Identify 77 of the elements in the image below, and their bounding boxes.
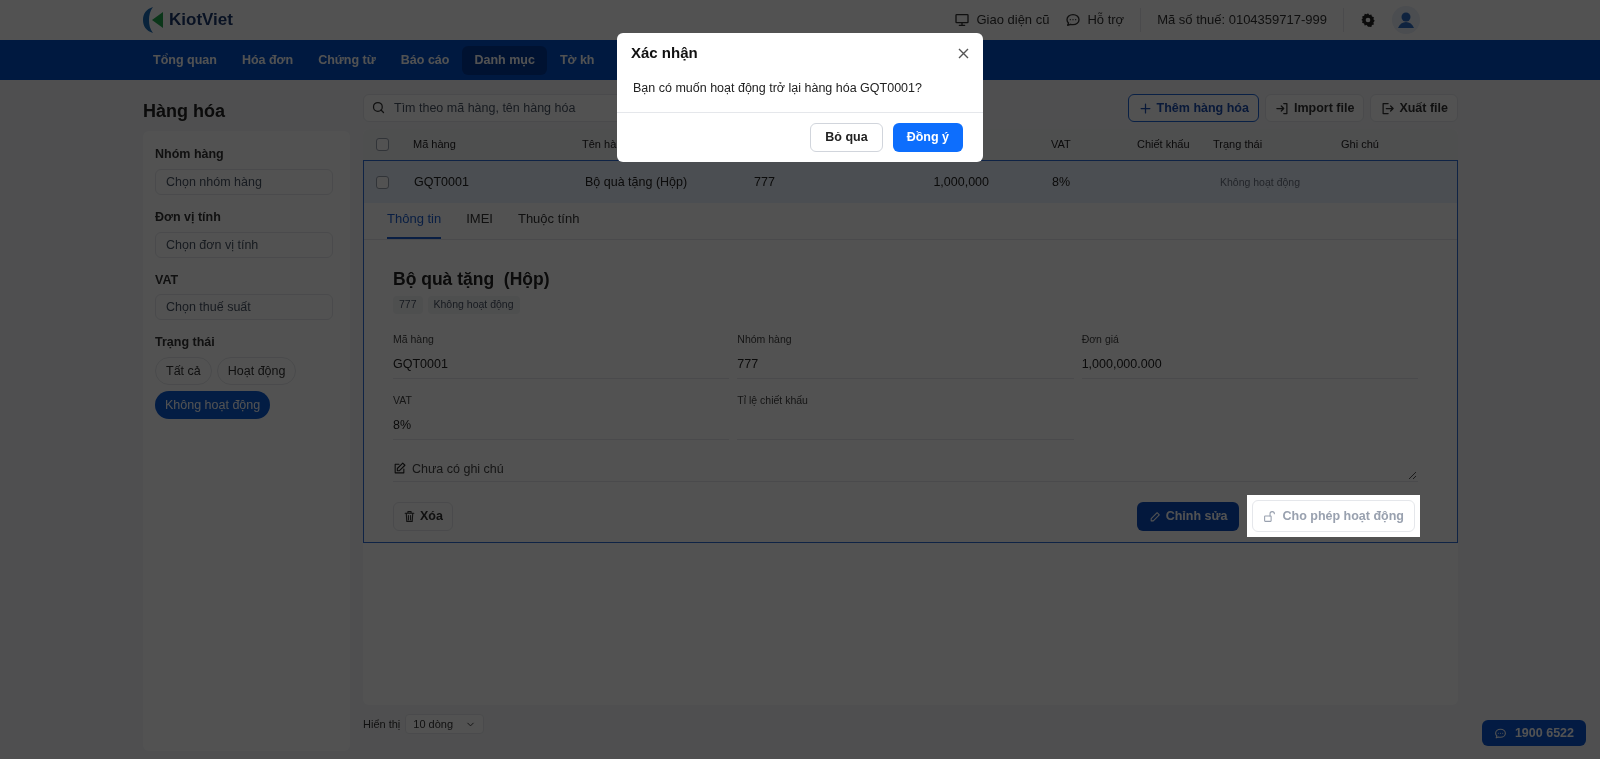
column-header: Trạng thái	[1213, 138, 1263, 151]
cancel-button[interactable]: Bỏ qua	[810, 122, 883, 152]
detail-tab[interactable]: IMEI	[466, 208, 493, 239]
search-icon	[371, 100, 386, 115]
export-button[interactable]: Xuất file	[1370, 94, 1458, 122]
table-cell: 1,000,000	[933, 174, 989, 189]
field-label: Tỉ lệ chiết khấu	[737, 393, 809, 409]
nav-tab[interactable]: Báo cáo	[388, 45, 462, 75]
filter-field[interactable]: Chọn nhóm hàng	[155, 168, 333, 195]
brand-name: KiotViet	[169, 9, 233, 32]
detail-tab[interactable]: Thuộc tính	[517, 208, 580, 239]
note-field[interactable]: Chưa có ghi chú	[412, 460, 1418, 481]
plus-icon	[1137, 100, 1153, 116]
field-label: Đơn giá	[1081, 332, 1120, 348]
filter-label: VAT	[155, 271, 180, 289]
nav-tab[interactable]: Tờ kh	[547, 45, 607, 75]
table-cell: Bộ quà tặng (Hộp)	[585, 174, 688, 189]
page-title: Hàng hóa	[143, 99, 226, 123]
field-label: VAT	[393, 393, 413, 409]
delete-button[interactable]: Xóa	[393, 501, 453, 531]
tax-id: Mã số thuế: 0104359717-999	[1157, 11, 1327, 30]
field-label: Nhóm hàng	[737, 332, 793, 348]
export-icon	[1380, 100, 1396, 116]
edit-icon	[393, 462, 406, 476]
nav-tab[interactable]: Chứng từ	[306, 45, 388, 75]
filter-field[interactable]: Chọn thuế suất	[155, 294, 333, 321]
field-label: Mã hàng	[393, 332, 435, 348]
filter-label: Trạng thái	[155, 334, 216, 352]
detail-tab[interactable]: Thông tin	[387, 208, 442, 239]
trash-icon	[403, 509, 416, 523]
status-chip[interactable]: Tất cả	[155, 357, 212, 385]
page-size-select[interactable]: 10 dòng	[405, 714, 485, 734]
field-value: GQT0001	[393, 355, 730, 380]
close-icon[interactable]	[958, 47, 969, 59]
column-header: Mã hàng	[413, 138, 456, 151]
column-header: Tên hà	[582, 138, 617, 151]
nav-tab[interactable]: Tổng quan	[141, 45, 229, 75]
column-header: Chiết khấu	[1137, 138, 1190, 151]
settings-icon	[1360, 12, 1376, 28]
old-interface-link[interactable]: Giao diện cũ	[954, 10, 1050, 30]
dialog-message: Bạn có muốn hoạt động trở lại hàng hóa GQT0001?	[617, 71, 983, 113]
unlock-icon	[1263, 509, 1277, 523]
table-cell: 8%	[1052, 174, 1071, 189]
filter-label: Đơn vị tính	[155, 208, 222, 226]
pencil-icon	[1148, 509, 1162, 523]
import-button[interactable]: Import file	[1264, 94, 1365, 122]
table-cell: 777	[754, 174, 775, 189]
import-icon	[1274, 100, 1290, 116]
field-value: 777	[737, 355, 1074, 380]
status-chip[interactable]: Hoạt động	[216, 357, 297, 385]
filter-label: Nhóm hàng	[155, 146, 225, 163]
product-title: Bộ quà tặng (Hộp)	[393, 268, 551, 291]
hotline-button[interactable]: 1900 6522	[1481, 720, 1586, 746]
column-header: VAT	[1051, 138, 1071, 151]
column-header: Ghi chú	[1341, 138, 1379, 151]
page-size-label: Hiển thị	[363, 716, 401, 732]
resize-handle-icon[interactable]	[1409, 472, 1416, 480]
nav-tab[interactable]: Danh mục	[462, 45, 547, 75]
support-link[interactable]: Hỗ trợ	[1065, 10, 1125, 30]
select-all-checkbox[interactable]	[376, 138, 389, 151]
monitor-icon	[954, 12, 971, 28]
confirm-button[interactable]: Đồng ý	[892, 122, 963, 152]
dialog-title: Xác nhận	[631, 42, 698, 63]
status-chip[interactable]: Không hoạt động	[155, 391, 271, 419]
edit-button[interactable]: Chỉnh sửa	[1136, 501, 1240, 531]
nav-tab[interactable]: Hóa đơn	[229, 45, 306, 75]
field-value: 1,000,000.000	[1081, 355, 1418, 380]
add-button[interactable]: Thêm hàng hóa	[1127, 94, 1259, 122]
avatar-icon[interactable]	[1392, 6, 1420, 34]
chat-icon	[1493, 726, 1507, 740]
table-cell: GQT0001	[414, 174, 469, 189]
filter-field[interactable]: Chọn đơn vị tính	[155, 231, 333, 258]
logo-icon	[143, 6, 165, 34]
field-value: 8%	[393, 416, 730, 441]
activate-button[interactable]: Cho phép hoạt động	[1252, 500, 1415, 533]
row-checkbox[interactable]	[376, 175, 389, 189]
chat-icon	[1065, 12, 1082, 28]
